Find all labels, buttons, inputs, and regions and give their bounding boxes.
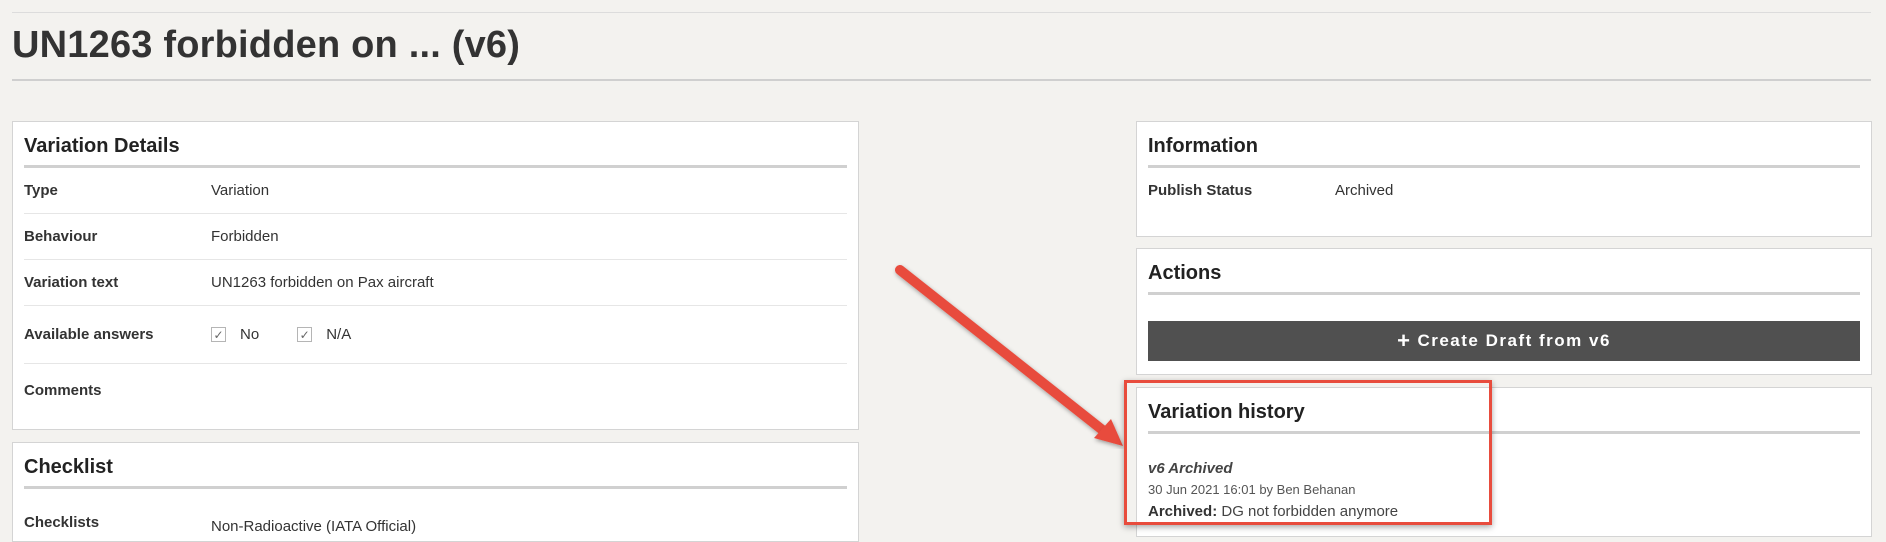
annotation-highlight-box [1124, 380, 1492, 525]
annotation-arrow [895, 265, 1123, 446]
arrow-shaft [895, 265, 1110, 437]
